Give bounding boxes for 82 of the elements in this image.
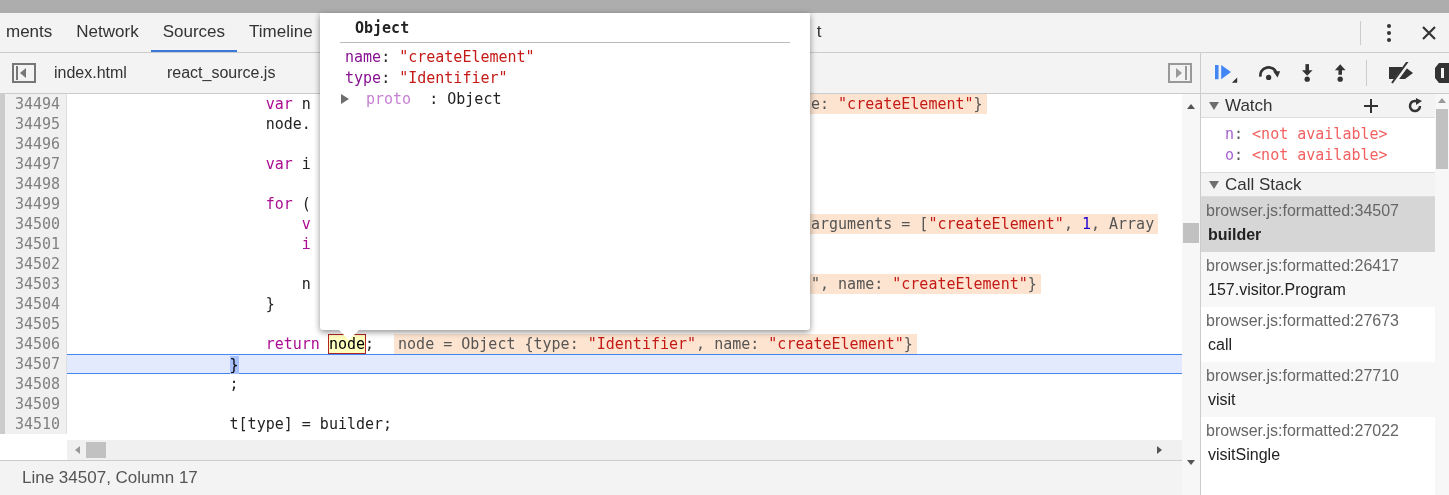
vertical-scrollbar[interactable] — [1435, 94, 1449, 495]
vertical-scrollbar[interactable] — [1182, 94, 1200, 495]
horizontal-scrollbar[interactable] — [67, 440, 1182, 460]
section-title: Call Stack — [1225, 173, 1302, 196]
file-tab[interactable]: react_source.js — [164, 53, 278, 93]
section-title: Watch — [1225, 94, 1273, 117]
code-line: t[type] = builder; — [228, 414, 393, 434]
file-tab[interactable]: index.html — [52, 53, 129, 93]
line-number: 34495 — [0, 114, 67, 134]
code-line: node. — [264, 114, 311, 134]
panel-tab[interactable]: Timeline — [237, 13, 325, 52]
scrollbar-thumb[interactable] — [1436, 109, 1448, 169]
watch-expression: n: <not available> — [1224, 124, 1389, 145]
line-number: 34506 — [0, 334, 67, 354]
line-number: 34503 — [0, 274, 67, 294]
popover-title: Object — [355, 19, 410, 37]
frame-function: 157.visitor.Program — [1207, 280, 1347, 300]
watch-expression: o: <not available> — [1224, 145, 1389, 166]
inline-value-hint: arguments = ["createElement", 1, Array — [807, 214, 1159, 234]
code-line: i — [300, 234, 311, 254]
step-over-icon[interactable] — [1258, 65, 1282, 81]
line-number: 34509 — [0, 394, 67, 414]
deactivate-breakpoints-icon[interactable] — [1387, 62, 1415, 84]
inline-value-hint: ", name: "createElement"} — [807, 274, 1041, 294]
frame-function: visitSingle — [1207, 445, 1282, 465]
debugger-toggle-icon[interactable] — [1168, 63, 1192, 83]
line-number: 34510 — [0, 414, 67, 434]
frame-location: browser.js:formatted:34507 — [1206, 201, 1400, 221]
frame-function: builder — [1207, 225, 1263, 245]
scroll-right-icon[interactable] — [1157, 446, 1162, 454]
frame-location: browser.js:formatted:27673 — [1206, 311, 1400, 331]
frame-location: browser.js:formatted:27710 — [1206, 366, 1400, 386]
panel-tab[interactable]: Network — [64, 13, 151, 52]
code-line: for ( — [264, 194, 311, 214]
scrollbar-thumb[interactable] — [86, 442, 106, 458]
line-number: 34501 — [0, 234, 67, 254]
refresh-icon[interactable] — [1407, 97, 1423, 114]
add-icon[interactable] — [1363, 97, 1379, 114]
section-header[interactable]: Call Stack — [1201, 173, 1435, 197]
step-out-icon[interactable] — [1333, 63, 1346, 83]
pause-exceptions-icon[interactable] — [1435, 62, 1449, 84]
object-property: name: "createElement" — [344, 46, 536, 68]
line-number: 34494 — [0, 94, 67, 114]
frame-function: call — [1207, 335, 1233, 355]
sidebar-toggle-icon[interactable] — [12, 63, 36, 83]
code-line: ; — [228, 374, 239, 394]
line-number: 34502 — [0, 254, 67, 274]
frame-function: visit — [1207, 390, 1237, 410]
object-property[interactable]: proto : Object — [366, 88, 502, 110]
call-stack-frame[interactable]: browser.js:formatted:27710 visit — [1201, 362, 1435, 417]
inline-value-hint: e: "createElement"} — [807, 94, 987, 114]
panel-tab[interactable]: t — [804, 13, 834, 52]
resume-icon[interactable] — [1215, 62, 1239, 84]
step-into-icon[interactable] — [1301, 63, 1314, 83]
line-number: 34500 — [0, 214, 67, 234]
code-line: var i — [264, 154, 311, 174]
frame-location: browser.js:formatted:27022 — [1206, 421, 1400, 441]
status-text: Line 34507, Column 17 — [22, 467, 198, 490]
expand-triangle-icon[interactable] — [340, 94, 350, 104]
frame-location: browser.js:formatted:26417 — [1206, 256, 1400, 276]
code-line: v — [300, 214, 311, 234]
line-number: 34496 — [0, 134, 67, 154]
line-number: 34508 — [0, 374, 67, 394]
section-header[interactable]: Watch — [1201, 94, 1435, 118]
code-line: var n — [264, 94, 311, 114]
inline-value-hint: node = Object {type: "Identifier", name: "createElement"} — [394, 334, 917, 354]
panel-tab[interactable]: ments — [0, 13, 65, 52]
scroll-down-icon[interactable] — [1187, 460, 1195, 465]
line-number: 34505 — [0, 314, 67, 334]
line-number: 34499 — [0, 194, 67, 214]
code-line: } — [264, 294, 275, 314]
line-number: 34504 — [0, 294, 67, 314]
line-number: 34498 — [0, 174, 67, 194]
line-number: 34497 — [0, 154, 67, 174]
code-line: return node; — [264, 334, 375, 354]
scrollbar-thumb[interactable] — [1183, 223, 1199, 243]
line-number: 34507 — [0, 354, 67, 374]
code-line: n — [300, 274, 311, 294]
call-stack-frame[interactable]: browser.js:formatted:34507 builder — [1201, 197, 1435, 252]
scroll-up-icon[interactable] — [1187, 104, 1195, 109]
object-property: type: "Identifier" — [344, 67, 509, 89]
call-stack-frame[interactable]: browser.js:formatted:26417 157.visitor.Program — [1201, 252, 1435, 307]
